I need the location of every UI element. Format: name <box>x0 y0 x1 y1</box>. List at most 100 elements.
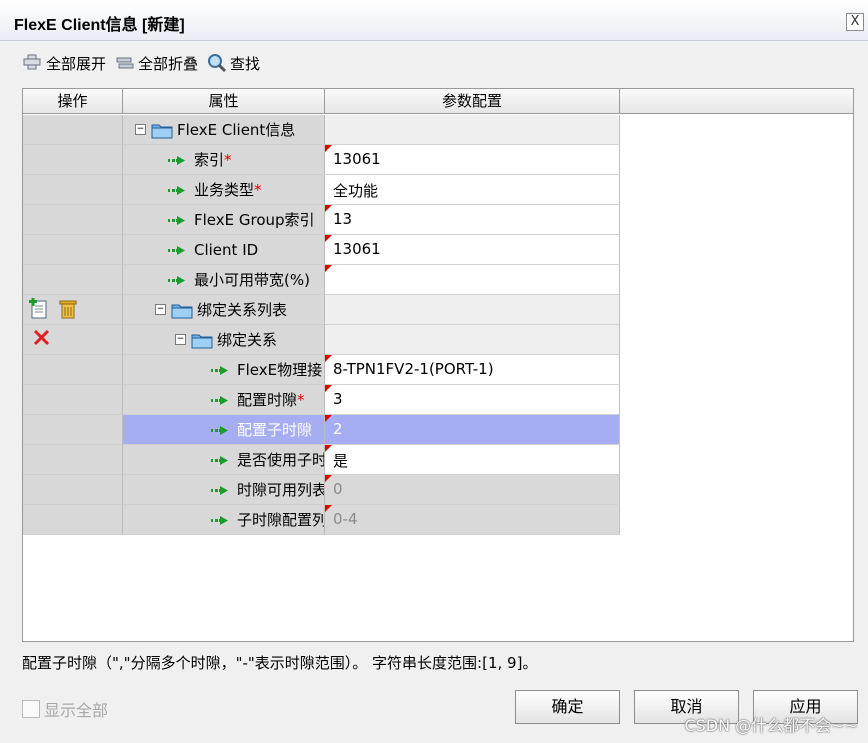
value-text: 13061 <box>333 150 381 168</box>
toolbar: 全部展开 全部折叠 查找 <box>22 50 268 76</box>
operation-cell <box>23 415 123 445</box>
property-content: 配置时隙 * <box>211 385 305 414</box>
collapse-all-icon <box>114 53 136 73</box>
header-operation[interactable]: 操作 <box>23 89 123 114</box>
property-content: − 绑定关系 <box>175 325 277 354</box>
edited-marker-icon <box>325 205 332 212</box>
operation-cell <box>23 145 123 175</box>
operation-cell <box>23 175 123 205</box>
edited-marker-icon <box>325 415 332 422</box>
collapse-all-button[interactable]: 全部折叠 <box>114 51 198 75</box>
operation-cell <box>23 295 123 325</box>
required-marker: * <box>254 180 262 199</box>
property-row[interactable]: 配置子时隙 2 <box>23 415 620 445</box>
expand-all-icon <box>22 53 44 73</box>
property-row[interactable]: 是否使用子时隙是 <box>23 445 620 475</box>
property-cell: 最小可用带宽(%) <box>123 265 325 295</box>
header-config[interactable]: 参数配置 <box>325 89 620 114</box>
arrow-right-icon <box>168 215 185 225</box>
value-field[interactable]: 13 <box>325 205 620 235</box>
property-content: 是否使用子时隙 <box>211 445 324 474</box>
property-row[interactable]: FlexE Group索引 13 <box>23 205 620 235</box>
property-label: 配置时隙 <box>237 391 298 409</box>
delete-trash-icon[interactable] <box>57 298 79 320</box>
value-text: 8-TPN1FV2-1(PORT-1) <box>333 360 494 378</box>
search-icon <box>206 53 228 73</box>
tree-group-row[interactable]: − 绑定关系 <box>23 325 620 355</box>
property-cell: 子时隙配置列表 <box>123 505 325 535</box>
property-content: 时隙可用列表 <box>211 475 324 504</box>
value-field[interactable]: 13061 <box>325 145 620 175</box>
operation-cell <box>23 385 123 415</box>
collapse-toggle-icon[interactable]: − <box>175 334 186 345</box>
property-row[interactable]: Client ID 13061 <box>23 235 620 265</box>
value-text: 2 <box>333 420 343 438</box>
value-field[interactable]: 全功能 <box>325 175 620 205</box>
arrow-right-icon <box>211 515 228 525</box>
value-field[interactable]: 是 <box>325 445 620 475</box>
property-row[interactable]: 时隙可用列表 0 <box>23 475 620 505</box>
property-label: 绑定关系 <box>217 331 278 349</box>
arrow-right-icon <box>211 425 228 435</box>
group-value-cell <box>325 115 620 145</box>
property-content: 最小可用带宽(%) <box>168 265 310 294</box>
property-label: FlexE物理接口 <box>237 361 324 379</box>
arrow-right-icon <box>211 485 228 495</box>
property-grid: 操作 属性 参数配置 − FlexE Client信息 索引 * 13061 业务类型 * 全… <box>22 88 854 642</box>
edited-marker-icon <box>325 145 332 152</box>
arrow-right-icon <box>211 455 228 465</box>
grid-header: 操作 属性 参数配置 <box>23 89 853 115</box>
value-field[interactable] <box>325 265 620 295</box>
property-content: 业务类型 * <box>168 175 262 204</box>
edited-marker-icon <box>325 475 332 482</box>
property-cell: − FlexE Client信息 <box>123 115 325 145</box>
value-field[interactable]: 8-TPN1FV2-1(PORT-1) <box>325 355 620 385</box>
operation-cell <box>23 505 123 535</box>
grid-rows: − FlexE Client信息 索引 * 13061 业务类型 * 全功能 FlexE Gro… <box>23 115 620 535</box>
remove-x-icon[interactable] <box>31 327 53 349</box>
property-cell: 配置子时隙 <box>123 415 325 445</box>
property-row[interactable]: 配置时隙 * 3 <box>23 385 620 415</box>
collapse-toggle-icon[interactable]: − <box>135 124 146 135</box>
arrow-right-icon <box>211 395 228 405</box>
value-text: 全功能 <box>333 182 379 200</box>
arrow-right-icon <box>168 245 185 255</box>
add-row-icon[interactable] <box>29 298 51 320</box>
expand-all-label: 全部展开 <box>46 54 107 73</box>
operation-cell <box>23 475 123 505</box>
value-field[interactable]: 3 <box>325 385 620 415</box>
tree-group-row[interactable]: − 绑定关系列表 <box>23 295 620 325</box>
operation-cell <box>23 235 123 265</box>
property-row[interactable]: 业务类型 * 全功能 <box>23 175 620 205</box>
value-text: 是 <box>333 452 349 470</box>
show-all-check-box[interactable] <box>22 700 40 718</box>
property-cell: FlexE物理接口 <box>123 355 325 385</box>
arrow-right-icon <box>211 365 228 375</box>
collapse-toggle-icon[interactable]: − <box>155 304 166 315</box>
edited-marker-icon <box>325 445 332 452</box>
watermark: CSDN @什么都不会~~ <box>684 716 858 735</box>
property-cell: Client ID <box>123 235 325 265</box>
title-bar: FlexE Client信息 [新建] X <box>0 0 868 41</box>
header-property[interactable]: 属性 <box>123 89 325 114</box>
property-row[interactable]: 子时隙配置列表 0-4 <box>23 505 620 535</box>
show-all-label: 显示全部 <box>44 701 109 720</box>
expand-all-button[interactable]: 全部展开 <box>22 51 106 75</box>
value-text: 13061 <box>333 240 381 258</box>
close-button[interactable]: X <box>846 13 864 31</box>
find-button[interactable]: 查找 <box>206 51 260 75</box>
find-label: 查找 <box>230 54 261 73</box>
property-cell: 时隙可用列表 <box>123 475 325 505</box>
property-row[interactable]: 最小可用带宽(%) <box>23 265 620 295</box>
property-content: − FlexE Client信息 <box>135 115 295 144</box>
operation-cell <box>23 325 123 355</box>
property-row[interactable]: 索引 * 13061 <box>23 145 620 175</box>
property-label: 配置子时隙 <box>237 421 313 439</box>
property-row[interactable]: FlexE物理接口 8-TPN1FV2-1(PORT-1) <box>23 355 620 385</box>
tree-group-row[interactable]: − FlexE Client信息 <box>23 115 620 145</box>
show-all-checkbox[interactable]: 显示全部 <box>22 697 108 721</box>
ok-button[interactable]: 确定 <box>515 690 620 724</box>
value-field[interactable]: 13061 <box>325 235 620 265</box>
value-field[interactable]: 2 <box>325 415 620 445</box>
property-label: 是否使用子时隙 <box>237 451 324 469</box>
